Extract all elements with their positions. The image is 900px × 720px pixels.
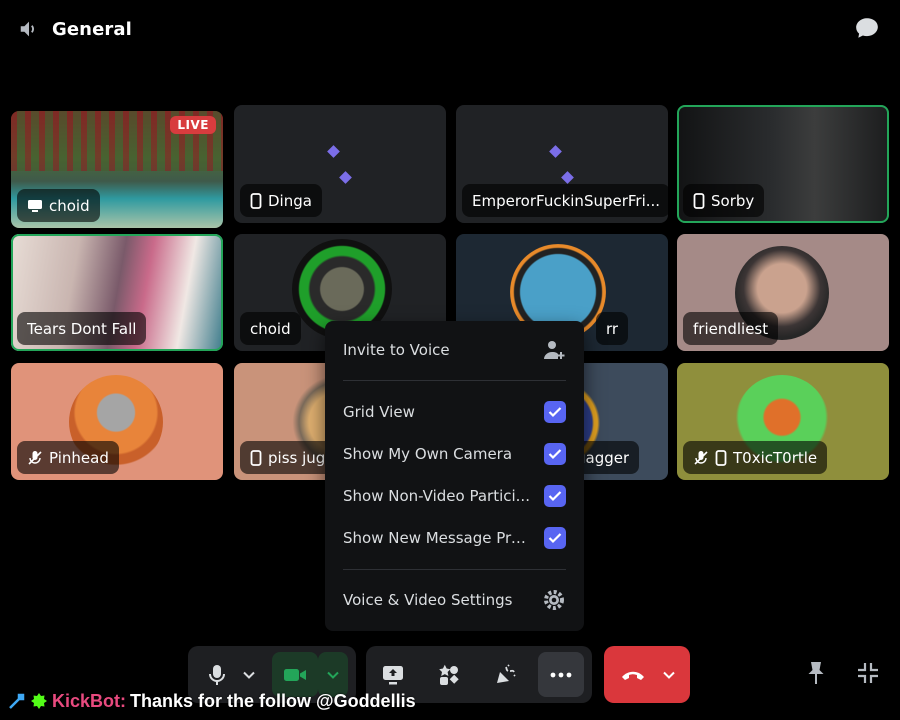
participant-name: Sorby <box>711 191 755 210</box>
participant-name-tag: choid <box>17 189 100 222</box>
screen-share-indicator-icon <box>28 199 42 212</box>
menu-item-label: Voice & Video Settings <box>343 591 513 609</box>
soundboard-icon <box>497 663 516 683</box>
checkbox-checked-icon[interactable] <box>544 401 566 423</box>
participant-name: piss jug <box>268 448 326 467</box>
participant-tile[interactable]: T0xicT0rtle <box>677 363 889 480</box>
participant-tile[interactable]: friendliest <box>677 234 889 351</box>
phone-icon <box>693 192 705 209</box>
checkbox-checked-icon[interactable] <box>544 443 566 465</box>
participant-name-tag: rr <box>596 312 629 345</box>
phone-icon <box>250 449 262 466</box>
call-options-menu: Invite to Voice Grid View Show My Own Ca… <box>325 321 584 631</box>
chevron-down-icon <box>327 671 339 679</box>
show-message-previews-item[interactable]: Show New Message Prev... <box>343 521 566 555</box>
participant-tile[interactable]: LIVE choid <box>11 111 223 228</box>
participant-name-tag: choid <box>240 312 301 345</box>
chat-message: Thanks for the follow @Goddellis <box>130 690 416 711</box>
chat-author: KickBot: <box>52 690 127 711</box>
disconnect-options-button[interactable] <box>654 652 684 697</box>
participant-name: Pinhead <box>49 448 109 467</box>
checkbox-checked-icon[interactable] <box>544 527 566 549</box>
stream-chat-overlay: KickBot: Thanks for the follow @Goddelli… <box>8 690 416 712</box>
minimize-icon <box>858 663 878 683</box>
pin-button[interactable] <box>801 658 831 688</box>
participant-name: choid <box>49 196 90 215</box>
gear-icon <box>544 590 564 610</box>
disconnect-button[interactable] <box>610 652 656 697</box>
speaker-icon <box>20 21 34 37</box>
participant-name-tag: Sorby <box>683 184 765 217</box>
more-options-button[interactable] <box>538 652 584 697</box>
participant-tile[interactable]: Sorby <box>677 105 889 223</box>
participant-name-tag: T0xicT0rtle <box>683 441 828 474</box>
participant-name-tag: Pinhead <box>17 441 119 474</box>
grid-view-item[interactable]: Grid View <box>343 395 566 429</box>
camera-icon <box>284 668 306 681</box>
bot-badge-icon <box>31 693 47 709</box>
chat-bubble-icon[interactable] <box>854 15 880 41</box>
disconnect-icon <box>622 671 644 680</box>
menu-item-label: Show My Own Camera <box>343 445 513 463</box>
activities-icon <box>439 664 459 685</box>
live-badge: LIVE <box>170 116 216 134</box>
participant-name-tag: friendliest <box>683 312 779 345</box>
menu-item-label: Show Non-Video Partici... <box>343 487 530 505</box>
microphone-icon <box>209 664 225 685</box>
more-icon <box>550 672 572 677</box>
disconnect-control <box>604 646 690 703</box>
menu-divider <box>343 569 566 570</box>
participant-name: T0xicT0rtle <box>733 448 818 467</box>
show-own-camera-item[interactable]: Show My Own Camera <box>343 437 566 471</box>
participant-tile[interactable]: EmperorFuckinSuperFri... <box>456 105 668 223</box>
participant-name: Dinga <box>268 191 312 210</box>
participant-name-tag: EmperorFuckinSuperFri... <box>462 184 668 217</box>
menu-item-label: Grid View <box>343 403 415 421</box>
participant-name: friendliest <box>693 319 769 338</box>
voice-video-settings-item[interactable]: Voice & Video Settings <box>343 583 566 617</box>
participant-name: choid <box>250 319 291 338</box>
participant-name-tag: Tears Dont Fall <box>17 312 147 345</box>
channel-header: General <box>18 14 132 44</box>
participant-name: rr <box>606 319 619 338</box>
participant-name: Tears Dont Fall <box>27 319 137 338</box>
participant-name-tag: piss jug <box>240 441 336 474</box>
muted-mic-icon <box>694 450 708 465</box>
menu-divider <box>343 380 566 381</box>
sword-icon <box>9 693 25 709</box>
participant-tile[interactable]: Dinga <box>234 105 446 223</box>
participant-name: EmperorFuckinSuperFri... <box>472 191 661 210</box>
exit-fullscreen-button[interactable] <box>853 658 883 688</box>
menu-item-label: Show New Message Prev... <box>343 529 533 547</box>
add-user-icon <box>544 341 565 359</box>
chevron-down-icon <box>243 671 255 679</box>
participant-tile[interactable]: Tears Dont Fall <box>11 234 223 351</box>
invite-to-voice-item[interactable]: Invite to Voice <box>343 333 566 367</box>
screen-share-icon <box>383 665 403 684</box>
checkbox-checked-icon[interactable] <box>544 485 566 507</box>
menu-item-label: Invite to Voice <box>343 341 450 359</box>
pin-icon <box>808 662 824 684</box>
channel-title: General <box>52 18 132 40</box>
participant-tile[interactable]: Pinhead <box>11 363 223 480</box>
phone-icon <box>250 192 262 209</box>
phone-icon <box>715 449 727 466</box>
activities-button[interactable] <box>426 652 472 697</box>
muted-mic-icon <box>28 450 42 465</box>
soundboard-button[interactable] <box>482 652 528 697</box>
show-non-video-item[interactable]: Show Non-Video Partici... <box>343 479 566 513</box>
participant-name-tag: Dinga <box>240 184 322 217</box>
chevron-down-icon <box>663 671 675 679</box>
